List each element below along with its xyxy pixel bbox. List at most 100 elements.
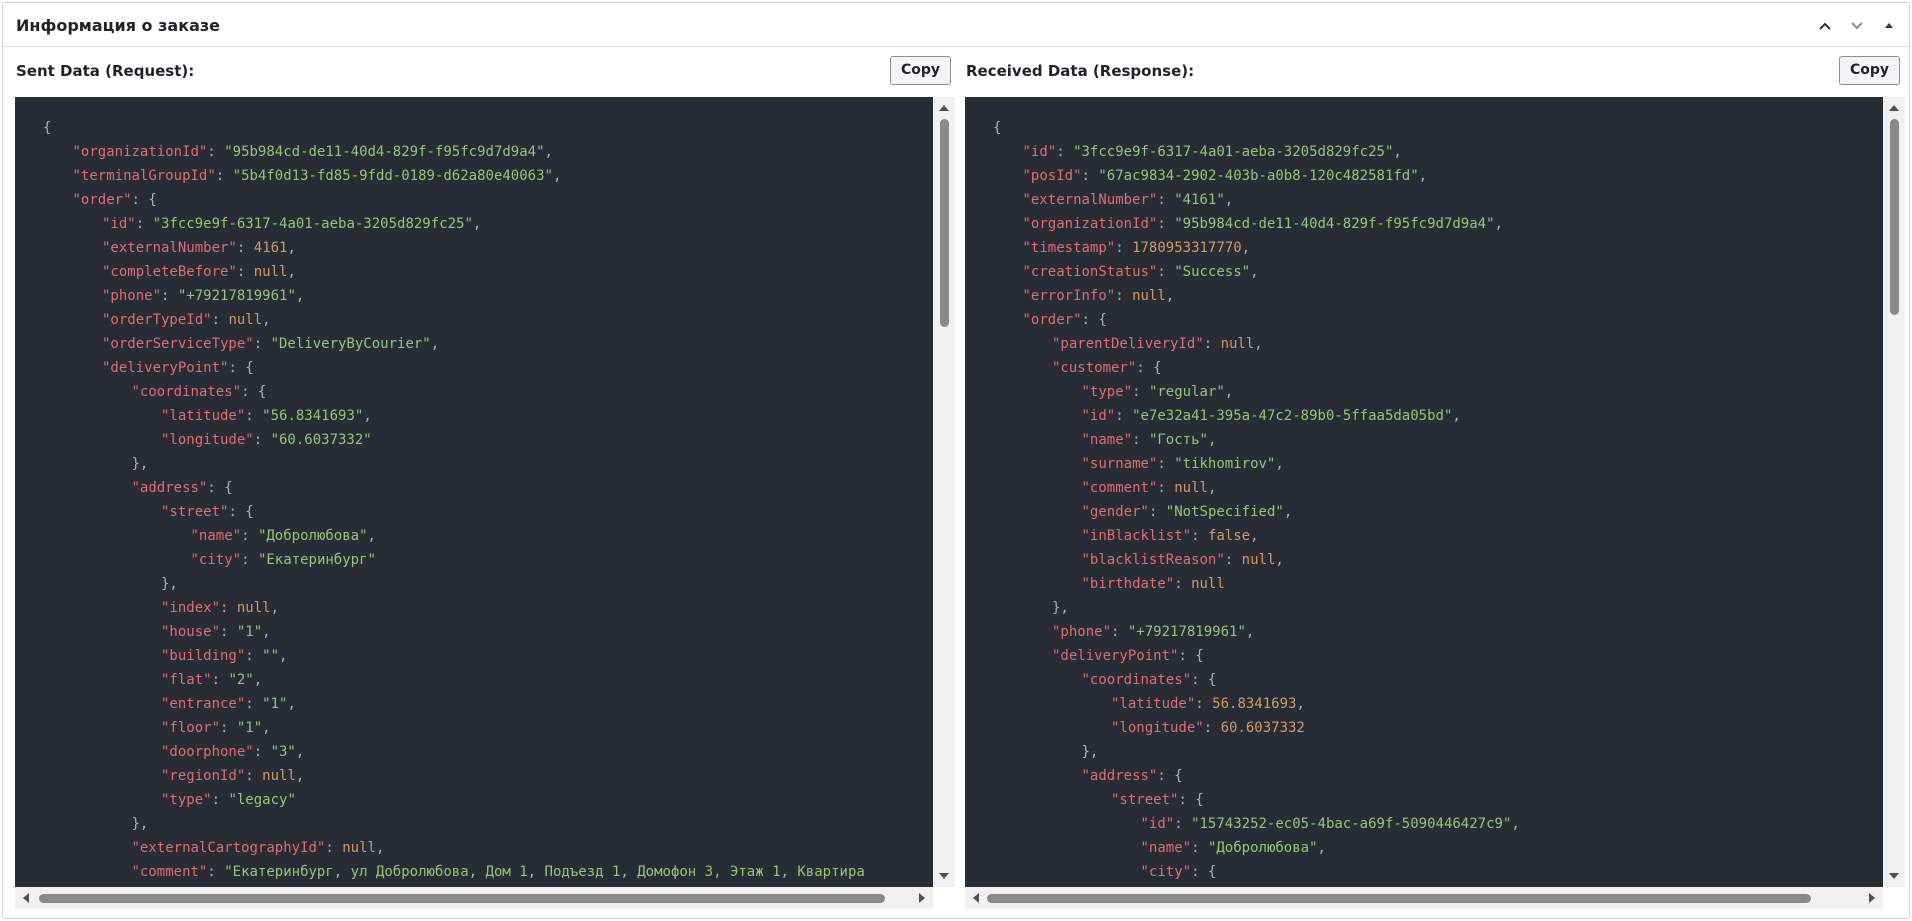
code-line: "externalNumber": "4161",: [993, 188, 1520, 212]
code-token: ,: [253, 672, 263, 688]
code-line: "regionId": null,: [43, 764, 865, 788]
code-token: "+79217819961": [1127, 624, 1246, 640]
code-token: ,: [1283, 504, 1293, 520]
code-token: "legacy": [228, 792, 296, 808]
code-line: "flat": "2",: [43, 668, 865, 692]
scroll-down-arrow-icon[interactable]: [939, 873, 949, 879]
code-token: null: [228, 312, 263, 328]
code-line: "city": {: [993, 860, 1520, 884]
scroll-thumb[interactable]: [39, 894, 885, 903]
scroll-right-arrow-icon[interactable]: [1869, 893, 1875, 903]
code-line: "timestamp": 1780953317770,: [993, 236, 1520, 260]
code-token: ,: [363, 408, 372, 424]
code-token: : {: [1178, 792, 1204, 808]
code-token: : {: [1191, 864, 1217, 880]
code-token: : {: [1081, 312, 1107, 328]
code-token: ,: [552, 168, 562, 184]
code-token: ,: [367, 528, 376, 544]
request-horizontal-scrollbar[interactable]: [15, 887, 933, 909]
code-token: :: [241, 552, 258, 568]
code-token: ,: [1418, 168, 1428, 184]
copy-request-button[interactable]: Copy: [890, 56, 952, 85]
code-token: "+79217819961": [177, 288, 296, 304]
code-token: :: [325, 840, 343, 856]
code-token: :: [220, 600, 237, 616]
code-token: :: [1174, 576, 1192, 592]
code-token: null: [262, 768, 296, 784]
code-token: "1": [236, 720, 263, 736]
scroll-left-arrow-icon[interactable]: [23, 893, 29, 903]
code-line: {: [43, 116, 865, 140]
response-code-area[interactable]: { "id": "3fcc9e9f-6317-4a01-aeba-3205d829…: [965, 97, 1883, 887]
code-line: "customer": {: [993, 356, 1520, 380]
code-line: "order": {: [43, 188, 865, 212]
scroll-thumb[interactable]: [987, 894, 1811, 903]
code-token: ,: [1245, 624, 1255, 640]
code-line: "id": "3fcc9e9f-6317-4a01-aeba-3205d829f…: [993, 140, 1520, 164]
code-token: "e7e32a41-395a-47c2-89b0-5ffaa5da05bd": [1132, 408, 1453, 424]
code-token: "birthdate": [1081, 576, 1175, 592]
scroll-left-arrow-icon[interactable]: [973, 893, 979, 903]
code-line: "birthdate": null: [993, 572, 1520, 596]
code-token: : {: [1178, 648, 1204, 664]
code-token: "60.6037332": [270, 432, 372, 448]
code-token: "3fcc9e9f-6317-4a01-aeba-3205d829fc25": [152, 216, 473, 232]
code-token: 60.6037332: [1220, 720, 1305, 736]
scroll-up-arrow-icon[interactable]: [939, 105, 949, 111]
code-token: :: [245, 768, 263, 784]
code-token: "city": [1140, 864, 1192, 880]
request-code-area[interactable]: {"organizationId": "95b984cd-de11-40d4-8…: [15, 97, 933, 887]
code-token: :: [245, 696, 263, 712]
code-token: {: [993, 120, 1002, 136]
code-token: : {: [228, 504, 254, 520]
code-token: "95b984cd-de11-40d4-829f-f95fc9d7d9a4": [224, 144, 545, 160]
move-up-button[interactable]: [1811, 14, 1839, 38]
panel-header: Информация о заказе: [3, 3, 1909, 47]
scroll-up-arrow-icon[interactable]: [1889, 105, 1899, 111]
code-token: : {: [228, 360, 254, 376]
scroll-thumb[interactable]: [940, 119, 949, 327]
code-line: "coordinates": {: [993, 668, 1520, 692]
code-token: "orderServiceType": [102, 336, 254, 352]
code-token: ,: [295, 768, 305, 784]
code-line: "index": null,: [43, 596, 865, 620]
code-token: ,: [1275, 456, 1284, 472]
code-token: "Добролюбова": [257, 528, 368, 544]
chevron-up-icon: [1819, 22, 1831, 30]
code-token: ,: [1254, 336, 1263, 352]
request-json: {"organizationId": "95b984cd-de11-40d4-8…: [43, 116, 865, 884]
move-down-button[interactable]: [1843, 14, 1871, 38]
response-vertical-scrollbar[interactable]: [1883, 97, 1905, 887]
code-token: ,: [430, 336, 440, 352]
code-line: "house": "1",: [43, 620, 865, 644]
code-token: :: [1081, 168, 1099, 184]
code-line: "errorInfo": null,: [993, 284, 1520, 308]
scroll-thumb[interactable]: [1890, 119, 1899, 315]
code-token: "externalCartographyId": [131, 840, 326, 856]
code-token: "index": [161, 600, 221, 616]
code-token: "type": [161, 792, 212, 808]
code-token: ,: [1275, 552, 1284, 568]
code-line: "surname": "tikhomirov",: [993, 452, 1520, 476]
scroll-right-arrow-icon[interactable]: [919, 893, 925, 903]
collapse-toggle-button[interactable]: [1875, 14, 1903, 38]
code-token: null: [1241, 552, 1276, 568]
code-token: "type": [1081, 384, 1133, 400]
request-vertical-scrollbar[interactable]: [933, 97, 955, 887]
code-token: "tikhomirov": [1174, 456, 1276, 472]
code-line: },: [43, 572, 865, 596]
code-token: ,: [295, 744, 305, 760]
code-token: :: [1056, 144, 1074, 160]
code-token: "customer": [1052, 360, 1137, 376]
code-token: "doorphone": [161, 744, 254, 760]
response-horizontal-scrollbar[interactable]: [965, 887, 1883, 909]
code-line: "name": "Гость",: [993, 428, 1520, 452]
code-token: "67ac9834-2902-403b-a0b8-120c482581fd": [1098, 168, 1419, 184]
scroll-down-arrow-icon[interactable]: [1889, 873, 1899, 879]
code-token: ,: [287, 264, 296, 280]
code-token: "name": [190, 528, 242, 544]
copy-response-button[interactable]: Copy: [1839, 56, 1901, 85]
code-line: "phone": "+79217819961",: [993, 620, 1520, 644]
code-token: "address": [1081, 768, 1158, 784]
code-token: "order": [72, 192, 132, 208]
